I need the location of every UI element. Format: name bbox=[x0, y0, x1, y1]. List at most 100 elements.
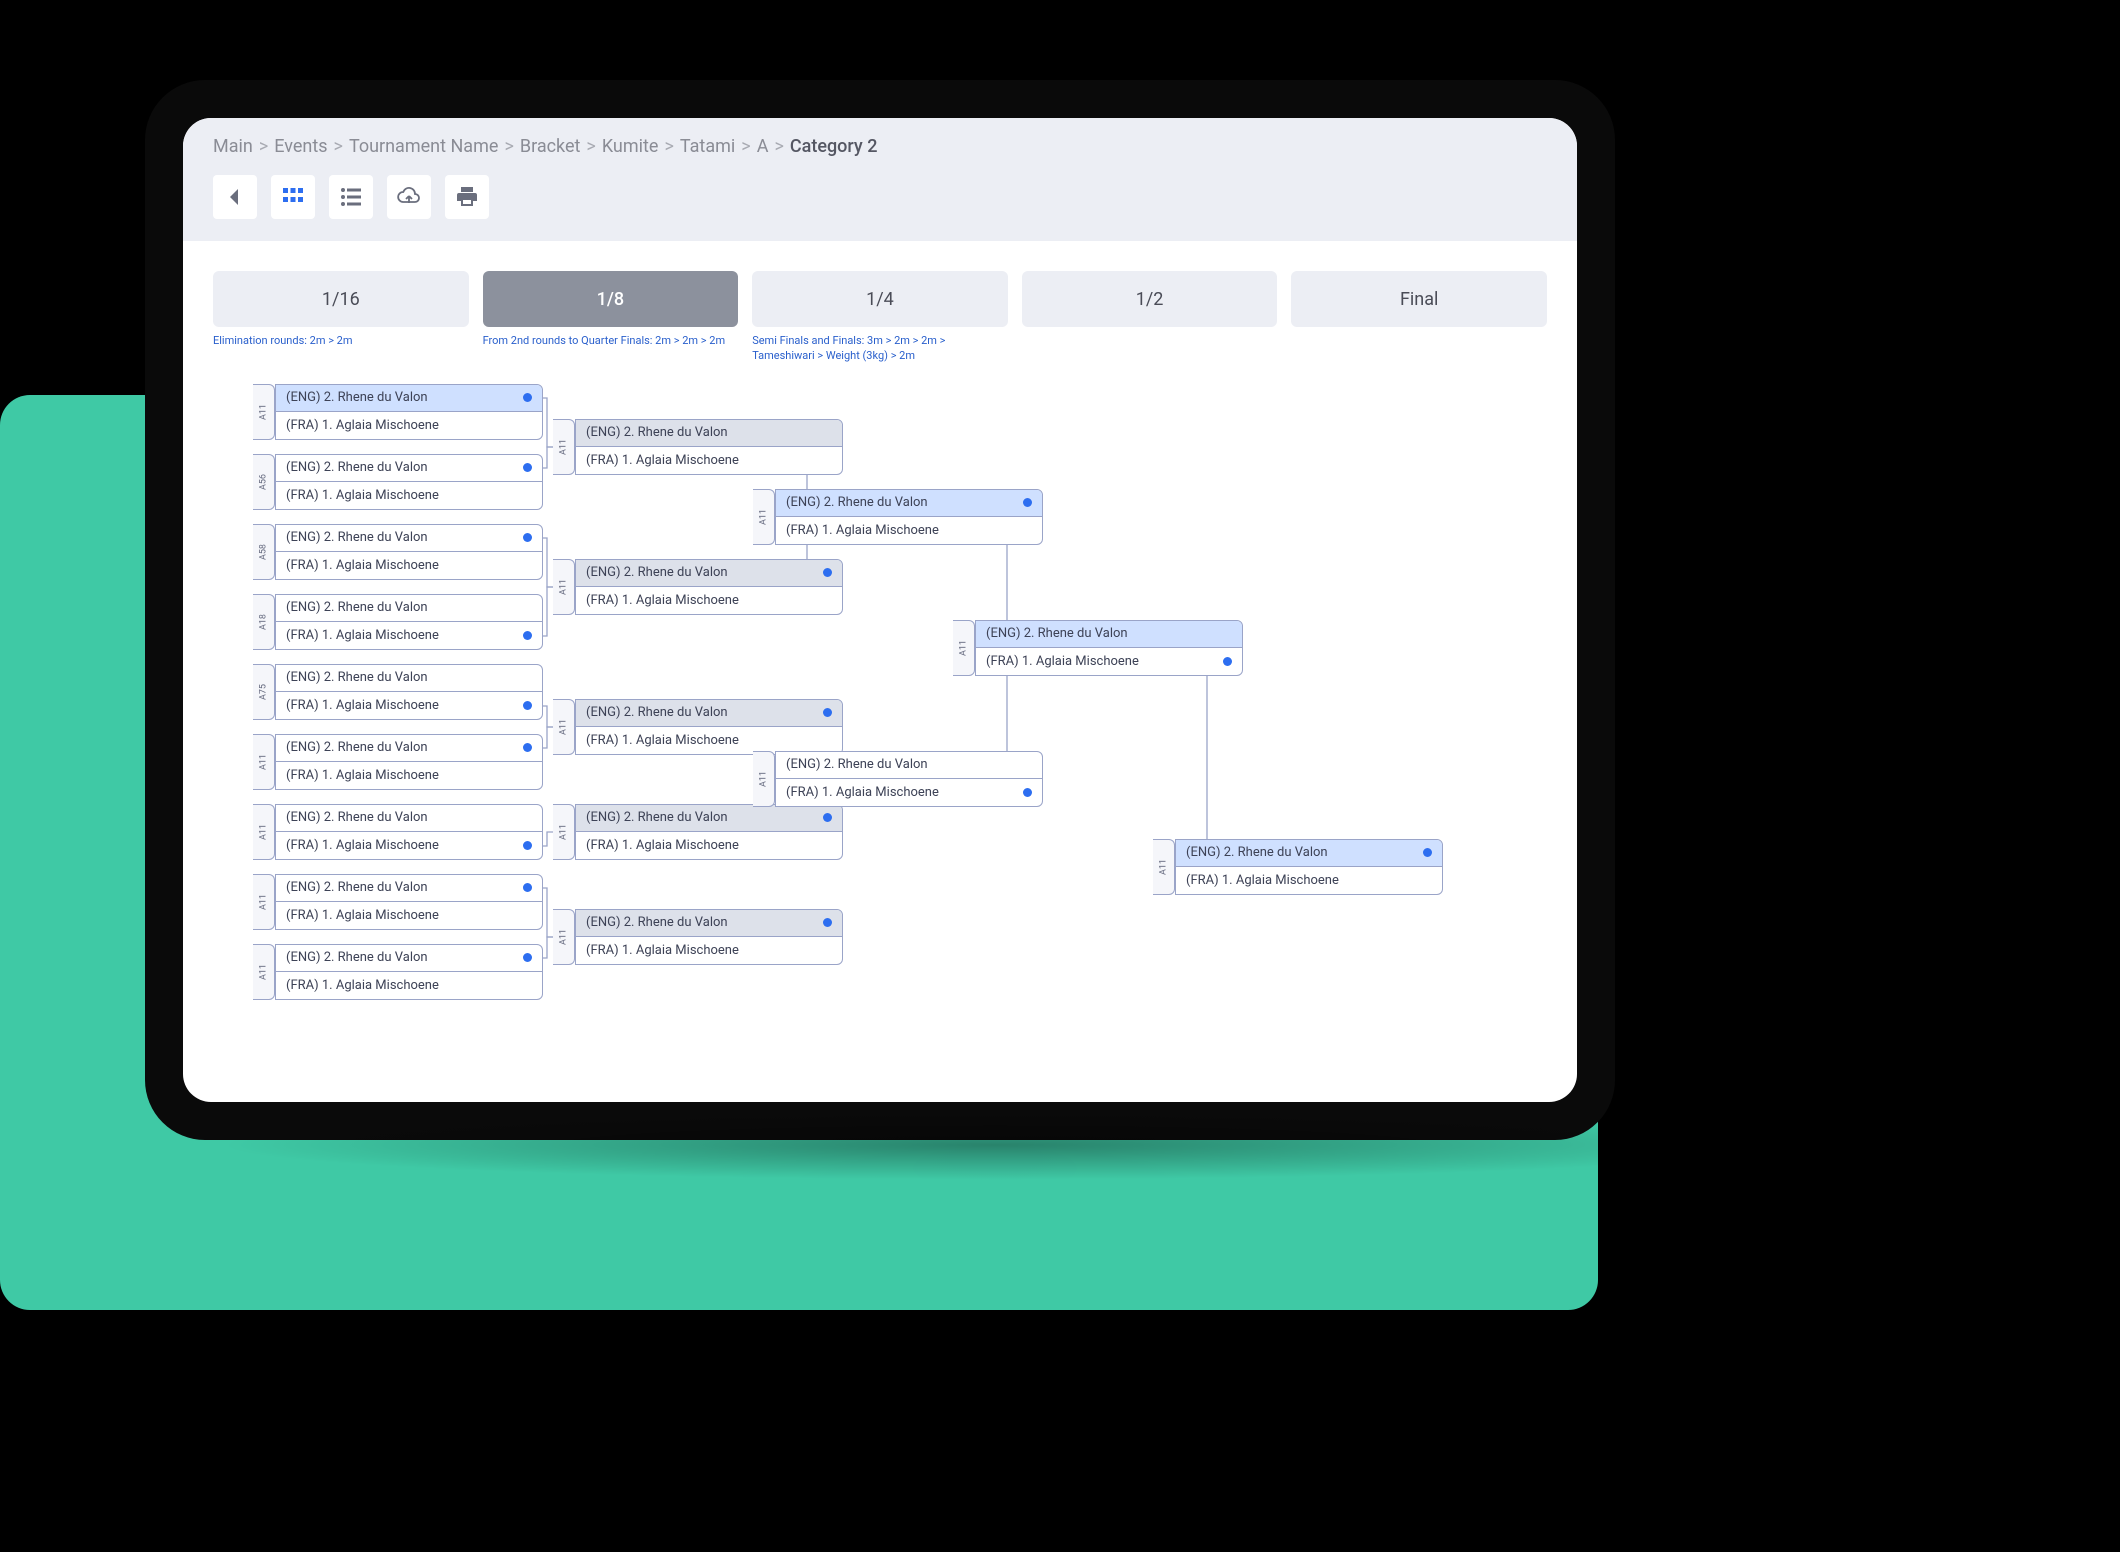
match-player-top[interactable]: (ENG) 2. Rhene du Valon bbox=[576, 700, 842, 727]
status-dot-icon bbox=[1023, 788, 1032, 797]
round-tab[interactable]: Final bbox=[1291, 271, 1547, 327]
match-player-top[interactable]: (ENG) 2. Rhene du Valon bbox=[276, 735, 542, 762]
match-body: (ENG) 2. Rhene du Valon(FRA) 1. Aglaia M… bbox=[775, 751, 1043, 807]
bracket-match[interactable]: A11(ENG) 2. Rhene du Valon(FRA) 1. Aglai… bbox=[253, 384, 543, 440]
match-player-bottom[interactable]: (FRA) 1. Aglaia Mischoene bbox=[276, 412, 542, 439]
match-body: (ENG) 2. Rhene du Valon(FRA) 1. Aglaia M… bbox=[275, 874, 543, 930]
match-body: (ENG) 2. Rhene du Valon(FRA) 1. Aglaia M… bbox=[275, 384, 543, 440]
breadcrumb-sep: > bbox=[664, 136, 673, 157]
match-player-bottom[interactable]: (FRA) 1. Aglaia Mischoene bbox=[276, 622, 542, 649]
breadcrumb-item[interactable]: A bbox=[757, 136, 769, 157]
match-player-bottom[interactable]: (FRA) 1. Aglaia Mischoene bbox=[276, 692, 542, 719]
match-tag: A56 bbox=[253, 454, 275, 510]
print-button[interactable] bbox=[445, 175, 489, 219]
round-tab[interactable]: 1/16 bbox=[213, 271, 469, 327]
breadcrumb-item[interactable]: Kumite bbox=[602, 136, 659, 157]
status-dot-icon bbox=[1223, 657, 1232, 666]
breadcrumb-sep: > bbox=[741, 136, 750, 157]
back-button[interactable] bbox=[213, 175, 257, 219]
bracket: A11(ENG) 2. Rhene du Valon(FRA) 1. Aglai… bbox=[213, 384, 1577, 1084]
breadcrumb-item[interactable]: Events bbox=[274, 136, 327, 157]
breadcrumb-item[interactable]: Tournament Name bbox=[349, 136, 498, 157]
print-icon bbox=[455, 185, 479, 209]
match-player-bottom[interactable]: (FRA) 1. Aglaia Mischoene bbox=[276, 762, 542, 789]
player-name: (ENG) 2. Rhene du Valon bbox=[1186, 845, 1328, 860]
bracket-match[interactable]: A11(ENG) 2. Rhene du Valon(FRA) 1. Aglai… bbox=[253, 734, 543, 790]
match-player-bottom[interactable]: (FRA) 1. Aglaia Mischoene bbox=[276, 552, 542, 579]
round-tab[interactable]: 1/4 bbox=[752, 271, 1008, 327]
grid-view-button[interactable] bbox=[271, 175, 315, 219]
bracket-match[interactable]: A11(ENG) 2. Rhene du Valon(FRA) 1. Aglai… bbox=[253, 874, 543, 930]
match-player-top[interactable]: (ENG) 2. Rhene du Valon bbox=[276, 595, 542, 622]
cloud-upload-button[interactable] bbox=[387, 175, 431, 219]
match-tag: A11 bbox=[553, 804, 575, 860]
bracket-match[interactable]: A11(ENG) 2. Rhene du Valon(FRA) 1. Aglai… bbox=[553, 909, 843, 965]
match-player-bottom[interactable]: (FRA) 1. Aglaia Mischoene bbox=[776, 779, 1042, 806]
match-tag: A11 bbox=[553, 419, 575, 475]
round-tab[interactable]: 1/8 bbox=[483, 271, 739, 327]
status-dot-icon bbox=[523, 631, 532, 640]
match-player-top[interactable]: (ENG) 2. Rhene du Valon bbox=[276, 805, 542, 832]
match-tag: A11 bbox=[253, 804, 275, 860]
bracket-match[interactable]: A56(ENG) 2. Rhene du Valon(FRA) 1. Aglai… bbox=[253, 454, 543, 510]
match-player-top[interactable]: (ENG) 2. Rhene du Valon bbox=[976, 621, 1242, 648]
round-tab[interactable]: 1/2 bbox=[1022, 271, 1278, 327]
status-dot-icon bbox=[523, 463, 532, 472]
status-dot-icon bbox=[823, 708, 832, 717]
match-tag: A11 bbox=[553, 699, 575, 755]
match-tag: A11 bbox=[753, 751, 775, 807]
match-player-top[interactable]: (ENG) 2. Rhene du Valon bbox=[276, 455, 542, 482]
match-player-bottom[interactable]: (FRA) 1. Aglaia Mischoene bbox=[276, 832, 542, 859]
player-name: (FRA) 1. Aglaia Mischoene bbox=[586, 733, 739, 748]
match-player-bottom[interactable]: (FRA) 1. Aglaia Mischoene bbox=[576, 937, 842, 964]
breadcrumb-sep: > bbox=[504, 136, 513, 157]
match-player-bottom[interactable]: (FRA) 1. Aglaia Mischoene bbox=[576, 447, 842, 474]
match-player-bottom[interactable]: (FRA) 1. Aglaia Mischoene bbox=[276, 482, 542, 509]
match-player-bottom[interactable]: (FRA) 1. Aglaia Mischoene bbox=[776, 517, 1042, 544]
match-player-top[interactable]: (ENG) 2. Rhene du Valon bbox=[576, 805, 842, 832]
breadcrumb: Main>Events>Tournament Name>Bracket>Kumi… bbox=[213, 136, 1547, 157]
breadcrumb-item[interactable]: Tatami bbox=[680, 136, 735, 157]
match-tag: A11 bbox=[753, 489, 775, 545]
bracket-match[interactable]: A11(ENG) 2. Rhene du Valon(FRA) 1. Aglai… bbox=[753, 751, 1043, 807]
match-body: (ENG) 2. Rhene du Valon(FRA) 1. Aglaia M… bbox=[575, 419, 843, 475]
status-dot-icon bbox=[523, 883, 532, 892]
list-view-button[interactable] bbox=[329, 175, 373, 219]
breadcrumb-current: Category 2 bbox=[790, 136, 878, 157]
match-tag: A58 bbox=[253, 524, 275, 580]
match-player-bottom[interactable]: (FRA) 1. Aglaia Mischoene bbox=[1176, 867, 1442, 894]
match-player-top[interactable]: (ENG) 2. Rhene du Valon bbox=[576, 910, 842, 937]
match-player-top[interactable]: (ENG) 2. Rhene du Valon bbox=[576, 560, 842, 587]
breadcrumb-item[interactable]: Main bbox=[213, 136, 253, 157]
bracket-match[interactable]: A11(ENG) 2. Rhene du Valon(FRA) 1. Aglai… bbox=[553, 559, 843, 615]
bracket-match[interactable]: A11(ENG) 2. Rhene du Valon(FRA) 1. Aglai… bbox=[253, 944, 543, 1000]
match-player-bottom[interactable]: (FRA) 1. Aglaia Mischoene bbox=[976, 648, 1242, 675]
match-player-top[interactable]: (ENG) 2. Rhene du Valon bbox=[576, 420, 842, 447]
match-player-top[interactable]: (ENG) 2. Rhene du Valon bbox=[776, 490, 1042, 517]
match-player-top[interactable]: (ENG) 2. Rhene du Valon bbox=[276, 945, 542, 972]
match-player-top[interactable]: (ENG) 2. Rhene du Valon bbox=[1176, 840, 1442, 867]
bracket-match[interactable]: A75(ENG) 2. Rhene du Valon(FRA) 1. Aglai… bbox=[253, 664, 543, 720]
match-player-top[interactable]: (ENG) 2. Rhene du Valon bbox=[776, 752, 1042, 779]
match-player-bottom[interactable]: (FRA) 1. Aglaia Mischoene bbox=[276, 972, 542, 999]
breadcrumb-item[interactable]: Bracket bbox=[520, 136, 581, 157]
bracket-match[interactable]: A11(ENG) 2. Rhene du Valon(FRA) 1. Aglai… bbox=[753, 489, 1043, 545]
match-player-top[interactable]: (ENG) 2. Rhene du Valon bbox=[276, 875, 542, 902]
bracket-match[interactable]: A11(ENG) 2. Rhene du Valon(FRA) 1. Aglai… bbox=[553, 804, 843, 860]
match-player-top[interactable]: (ENG) 2. Rhene du Valon bbox=[276, 385, 542, 412]
match-player-bottom[interactable]: (FRA) 1. Aglaia Mischoene bbox=[576, 727, 842, 754]
match-player-bottom[interactable]: (FRA) 1. Aglaia Mischoene bbox=[576, 587, 842, 614]
match-player-bottom[interactable]: (FRA) 1. Aglaia Mischoene bbox=[576, 832, 842, 859]
bracket-match[interactable]: A11(ENG) 2. Rhene du Valon(FRA) 1. Aglai… bbox=[553, 419, 843, 475]
match-body: (ENG) 2. Rhene du Valon(FRA) 1. Aglaia M… bbox=[575, 909, 843, 965]
bracket-match[interactable]: A18(ENG) 2. Rhene du Valon(FRA) 1. Aglai… bbox=[253, 594, 543, 650]
bracket-match[interactable]: A11(ENG) 2. Rhene du Valon(FRA) 1. Aglai… bbox=[1153, 839, 1443, 895]
player-name: (FRA) 1. Aglaia Mischoene bbox=[286, 838, 439, 853]
match-player-bottom[interactable]: (FRA) 1. Aglaia Mischoene bbox=[276, 902, 542, 929]
bracket-match[interactable]: A11(ENG) 2. Rhene du Valon(FRA) 1. Aglai… bbox=[953, 620, 1243, 676]
match-player-top[interactable]: (ENG) 2. Rhene du Valon bbox=[276, 525, 542, 552]
bracket-match[interactable]: A11(ENG) 2. Rhene du Valon (FRA) 1. Aglai… bbox=[253, 804, 543, 860]
bracket-match[interactable]: A58(ENG) 2. Rhene du Valon(FRA) 1. Aglai… bbox=[253, 524, 543, 580]
match-player-top[interactable]: (ENG) 2. Rhene du Valon bbox=[276, 665, 542, 692]
bracket-match[interactable]: A11(ENG) 2. Rhene du Valon (FRA) 1. Aglai… bbox=[553, 699, 843, 755]
